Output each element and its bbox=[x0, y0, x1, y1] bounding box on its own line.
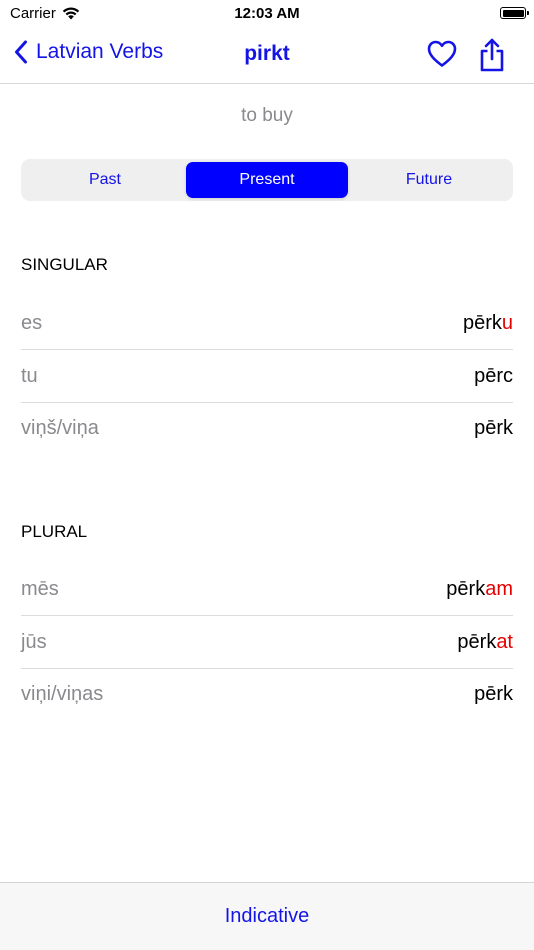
status-time: 12:03 AM bbox=[234, 5, 300, 22]
conjugation-row: mēs pērkam bbox=[21, 563, 513, 616]
back-button-label: Latvian Verbs bbox=[36, 40, 164, 63]
form-ending: at bbox=[496, 630, 513, 653]
pronoun-label: viņš/viņa bbox=[21, 417, 99, 439]
form-stem: pērk bbox=[462, 311, 502, 334]
navigation-bar: Latvian Verbs pirkt bbox=[0, 28, 534, 84]
pronoun-label: es bbox=[21, 311, 43, 334]
conjugated-form: pērkat bbox=[457, 631, 513, 654]
conjugated-form: pērku bbox=[463, 312, 513, 335]
conjugated-form: pērk bbox=[474, 683, 513, 706]
conjugation-row: viņi/viņas pērk bbox=[21, 668, 513, 721]
pronoun-label: tu bbox=[21, 364, 38, 387]
pronoun-label: viņi/viņas bbox=[21, 683, 104, 705]
battery-level bbox=[502, 9, 524, 17]
status-bar: Carrier 12:03 AM bbox=[0, 0, 534, 28]
verb-translation: to buy bbox=[241, 105, 293, 126]
pronoun-label: jūs bbox=[21, 630, 47, 653]
tab-present[interactable]: Present bbox=[186, 162, 348, 198]
plural-section-header: PLURAL bbox=[21, 522, 88, 541]
share-button[interactable] bbox=[478, 37, 506, 78]
form-stem: pērc bbox=[474, 364, 513, 387]
singular-section-header: SINGULAR bbox=[21, 255, 108, 274]
conjugated-form: pērc bbox=[474, 365, 513, 388]
form-stem: pērk bbox=[474, 417, 513, 439]
mood-button[interactable]: Indicative bbox=[225, 905, 310, 928]
form-ending: u bbox=[501, 311, 513, 334]
tab-past[interactable]: Past bbox=[24, 162, 186, 198]
form-stem: pērk bbox=[474, 683, 513, 705]
tab-future[interactable]: Future bbox=[348, 162, 510, 198]
form-stem: pērk bbox=[446, 577, 486, 600]
conjugated-form: pērkam bbox=[446, 578, 513, 601]
form-ending: am bbox=[485, 577, 513, 600]
conjugation-row: jūs pērkat bbox=[21, 616, 513, 669]
bottom-toolbar: Indicative bbox=[0, 882, 534, 950]
back-button[interactable]: Latvian Verbs bbox=[14, 40, 163, 64]
share-icon bbox=[480, 38, 504, 72]
favorite-button[interactable] bbox=[427, 40, 457, 73]
pronoun-label: mēs bbox=[21, 577, 59, 600]
heart-icon bbox=[427, 40, 457, 67]
tense-segmented-control: Past Present Future bbox=[21, 159, 513, 201]
conjugated-form: pērk bbox=[474, 417, 513, 440]
conjugation-row: viņš/viņa pērk bbox=[21, 402, 513, 455]
chevron-left-icon bbox=[15, 40, 27, 64]
conjugation-row: tu pērc bbox=[21, 350, 513, 403]
conjugation-row: es pērku bbox=[21, 297, 513, 350]
screen: Carrier 12:03 AM Latvian Verbs pirkt to … bbox=[0, 0, 534, 950]
form-stem: pērk bbox=[457, 630, 497, 653]
battery-icon bbox=[500, 7, 529, 19]
